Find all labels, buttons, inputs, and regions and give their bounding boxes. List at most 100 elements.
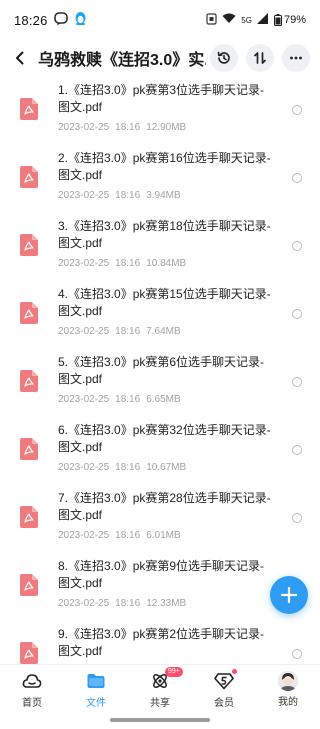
nav-mine[interactable]: 我的 — [256, 665, 320, 714]
file-size: 3.94MB — [146, 190, 181, 201]
nav-label: 会员 — [214, 698, 234, 709]
battery-indicator: 79% — [273, 14, 306, 26]
file-info: 5.《连招3.0》pk赛第6位选手聊天记录-图文.pdf 2023-02-25 18… — [58, 354, 274, 405]
file-size: 7.64MB — [146, 326, 181, 337]
more-button[interactable] — [282, 44, 310, 72]
file-date: 2023-02-25 — [58, 462, 110, 473]
pdf-icon — [20, 302, 38, 324]
file-meta: 2023-02-25 18:16 3.94MB — [58, 190, 274, 201]
file-name: 2.《连招3.0》pk赛第16位选手聊天记录-图文.pdf — [58, 151, 271, 182]
file-info: 6.《连招3.0》pk赛第32位选手聊天记录-图文.pdf 2023-02-25 1… — [58, 422, 274, 473]
signal-icon — [256, 13, 269, 27]
wifi-icon — [222, 13, 236, 27]
sort-icon — [254, 52, 266, 64]
header: 乌鸦救赎《连招3.0》实... — [0, 40, 320, 76]
folder-icon — [85, 670, 107, 692]
pdf-icon — [20, 98, 38, 120]
penguin-app-icon — [74, 11, 87, 29]
history-icon — [217, 51, 230, 64]
file-time: 18:16 — [115, 258, 141, 269]
file-row[interactable]: 6.《连招3.0》pk赛第32位选手聊天记录-图文.pdf 2023-02-25 1… — [0, 416, 320, 484]
file-meta: 2023-02-25 18:16 7.64MB — [58, 326, 274, 337]
history-button[interactable] — [210, 44, 238, 72]
file-meta: 2023-02-25 18:16 10.67MB — [58, 462, 274, 473]
file-name: 7.《连招3.0》pk赛第28位选手聊天记录-图文.pdf — [58, 491, 271, 522]
pdf-icon — [20, 370, 38, 392]
plus-icon — [280, 586, 298, 604]
nav-home[interactable]: 首页 — [0, 665, 64, 714]
select-radio[interactable] — [292, 105, 302, 115]
nav-files[interactable]: 文件 — [64, 665, 128, 714]
file-row[interactable]: 5.《连招3.0》pk赛第6位选手聊天记录-图文.pdf 2023-02-25 18… — [0, 348, 320, 416]
file-info: 4.《连招3.0》pk赛第15位选手聊天记录-图文.pdf 2023-02-25 1… — [58, 286, 274, 337]
pdf-icon — [20, 166, 38, 188]
avatar — [278, 671, 298, 691]
select-radio[interactable] — [292, 309, 302, 319]
page-title: 乌鸦救赎《连招3.0》实... — [38, 52, 206, 69]
add-button[interactable] — [270, 576, 308, 614]
pdf-icon — [20, 642, 38, 664]
file-meta: 2023-02-25 18:16 10.84MB — [58, 258, 274, 269]
file-date: 2023-02-25 — [58, 394, 110, 405]
sim-icon — [206, 12, 217, 28]
file-row[interactable]: 4.《连招3.0》pk赛第15位选手聊天记录-图文.pdf 2023-02-25 1… — [0, 280, 320, 348]
file-time: 18:16 — [115, 598, 141, 609]
select-radio[interactable] — [292, 445, 302, 455]
file-time: 18:16 — [115, 394, 141, 405]
chevron-left-icon — [16, 51, 24, 65]
status-bar: 18:26 5G 79% — [0, 0, 320, 40]
pdf-icon — [20, 234, 38, 256]
nav-label: 文件 — [86, 698, 106, 709]
select-radio[interactable] — [292, 173, 302, 183]
nav-label: 首页 — [22, 698, 42, 709]
pdf-icon — [20, 438, 38, 460]
notification-dot — [232, 669, 237, 674]
file-date: 2023-02-25 — [58, 258, 110, 269]
file-name: 6.《连招3.0》pk赛第32位选手聊天记录-图文.pdf — [58, 423, 271, 454]
file-name: 9.《连招3.0》pk赛第2位选手聊天记录-图文.pdf — [58, 627, 265, 658]
select-radio[interactable] — [292, 649, 302, 659]
battery-percent: 79% — [283, 14, 306, 26]
nav-vip[interactable]: 会员 — [192, 665, 256, 714]
file-size: 10.84MB — [146, 258, 187, 269]
back-button[interactable] — [2, 40, 38, 76]
battery-icon — [273, 14, 282, 26]
file-info: 2.《连招3.0》pk赛第16位选手聊天记录-图文.pdf 2023-02-25 1… — [58, 150, 274, 201]
file-date: 2023-02-25 — [58, 530, 110, 541]
file-info: 9.《连招3.0》pk赛第2位选手聊天记录-图文.pdf — [58, 626, 274, 664]
file-date: 2023-02-25 — [58, 190, 110, 201]
file-row[interactable]: 7.《连招3.0》pk赛第28位选手聊天记录-图文.pdf 2023-02-25 1… — [0, 484, 320, 552]
file-row[interactable]: 9.《连招3.0》pk赛第2位选手聊天记录-图文.pdf — [0, 620, 320, 664]
status-time: 18:26 — [14, 12, 48, 28]
vip-icon — [213, 670, 235, 692]
sort-button[interactable] — [246, 44, 274, 72]
select-radio[interactable] — [292, 377, 302, 387]
select-radio[interactable] — [292, 241, 302, 251]
file-row[interactable]: 2.《连招3.0》pk赛第16位选手聊天记录-图文.pdf 2023-02-25 1… — [0, 144, 320, 212]
home-indicator — [110, 718, 210, 722]
file-row[interactable]: 3.《连招3.0》pk赛第18位选手聊天记录-图文.pdf 2023-02-25 1… — [0, 212, 320, 280]
file-info: 3.《连招3.0》pk赛第18位选手聊天记录-图文.pdf 2023-02-25 1… — [58, 218, 274, 269]
cloud-icon — [21, 670, 43, 692]
file-time: 18:16 — [115, 326, 141, 337]
file-name: 1.《连招3.0》pk赛第3位选手聊天记录-图文.pdf — [58, 83, 265, 114]
file-info: 7.《连招3.0》pk赛第28位选手聊天记录-图文.pdf 2023-02-25 1… — [58, 490, 274, 541]
file-size: 6.01MB — [146, 530, 181, 541]
file-info: 8.《连招3.0》pk赛第9位选手聊天记录-图文.pdf 2023-02-25 18… — [58, 558, 274, 609]
nav-label: 我的 — [278, 697, 298, 708]
nav-share[interactable]: 99+ 共享 — [128, 665, 192, 714]
file-size: 6.65MB — [146, 394, 181, 405]
file-date: 2023-02-25 — [58, 598, 110, 609]
file-name: 8.《连招3.0》pk赛第9位选手聊天记录-图文.pdf — [58, 559, 265, 590]
file-time: 18:16 — [115, 122, 141, 133]
file-time: 18:16 — [115, 530, 141, 541]
bottom-nav: 首页 文件 99+ 共享 会员 我的 — [0, 664, 320, 714]
file-size: 10.67MB — [146, 462, 187, 473]
file-meta: 2023-02-25 18:16 12.33MB — [58, 598, 274, 609]
file-size: 12.90MB — [146, 122, 187, 133]
select-radio[interactable] — [292, 513, 302, 523]
file-row[interactable]: 1.《连招3.0》pk赛第3位选手聊天记录-图文.pdf 2023-02-25 18… — [0, 76, 320, 144]
file-name: 5.《连招3.0》pk赛第6位选手聊天记录-图文.pdf — [58, 355, 265, 386]
pdf-icon — [20, 574, 38, 596]
file-info: 1.《连招3.0》pk赛第3位选手聊天记录-图文.pdf 2023-02-25 18… — [58, 82, 274, 133]
